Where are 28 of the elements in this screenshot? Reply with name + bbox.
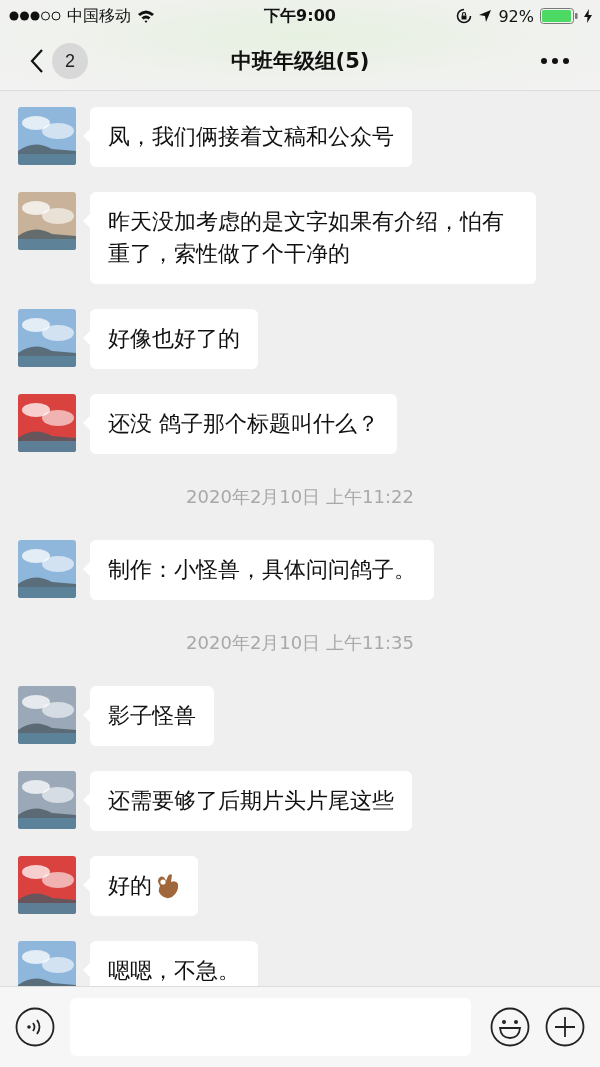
more-icon[interactable] (540, 57, 570, 65)
message-text: 还需要够了后期片头片尾这些 (108, 787, 394, 815)
carrier-name: 中国移动 (67, 5, 131, 27)
message-text: 凤，我们俩接着文稿和公众号 (108, 123, 394, 151)
message-text: 嗯嗯，不急。 (108, 957, 240, 985)
message-text: 好的 (108, 872, 152, 900)
back-chevron-icon (30, 48, 44, 74)
voice-icon[interactable] (15, 1007, 55, 1047)
charging-bolt-icon (584, 9, 592, 23)
plus-icon[interactable] (545, 1007, 585, 1047)
rotation-lock-icon (456, 8, 473, 24)
battery-percentage: 92% (498, 6, 534, 26)
message-text: 昨天没加考虑的是文字如果有介绍，怕有重了，索性做了个干净的 (108, 208, 505, 268)
location-arrow-icon (478, 9, 493, 23)
back-button[interactable]: 2 (30, 43, 88, 79)
message-text: 制作：小怪兽，具体问问鸽子。 (108, 556, 416, 584)
unread-count: 2 (52, 43, 88, 79)
timestamp: 2020年2月10日 上午11:35 (186, 631, 414, 655)
clock-time: 下午9:00 (264, 5, 336, 27)
timestamp: 2020年2月10日 上午11:22 (186, 485, 414, 509)
battery-icon (540, 8, 578, 24)
message-text: 好像也好了的 (108, 325, 240, 353)
wifi-icon (137, 9, 155, 23)
message-text: 影子怪兽 (108, 702, 196, 730)
signal-icon (9, 11, 61, 21)
message-text: 还没 鸽子那个标题叫什么？ (108, 410, 379, 438)
chat-title: 中班年级组(5) (230, 48, 370, 75)
smiley-icon[interactable] (490, 1007, 530, 1047)
